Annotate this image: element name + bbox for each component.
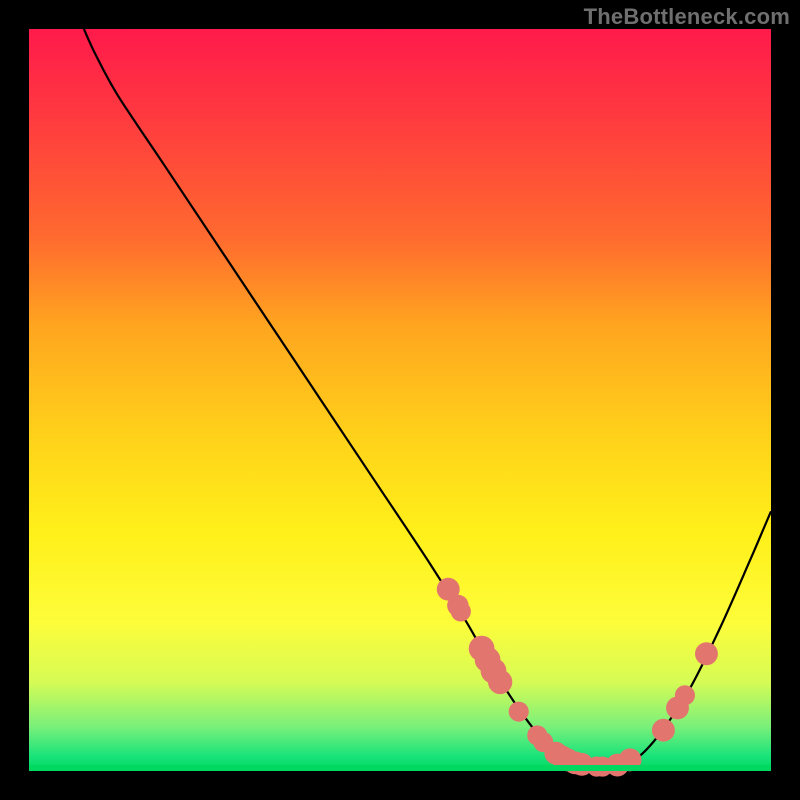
data-marker [488, 670, 512, 694]
data-marker [695, 642, 718, 665]
data-marker [451, 601, 471, 621]
curve-svg [29, 29, 771, 771]
chart-stage: TheBottleneck.com [0, 0, 800, 800]
data-marker [652, 719, 675, 742]
data-marker [509, 702, 529, 722]
data-marker [675, 685, 695, 705]
watermark-text: TheBottleneck.com [584, 4, 790, 30]
bottleneck-curve [84, 29, 771, 768]
plot-area [29, 29, 771, 771]
green-baseline [29, 765, 771, 771]
markers-group [437, 578, 718, 777]
